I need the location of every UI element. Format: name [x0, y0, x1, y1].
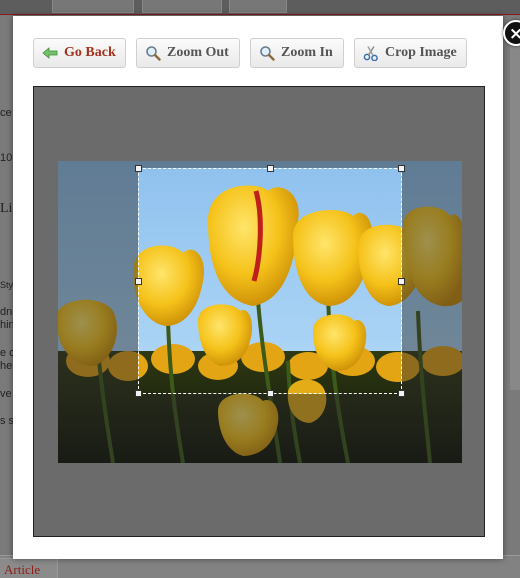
background-text: dn	[0, 306, 13, 318]
background-left-text: ce 10 Li Styl dn hin e c her ve s s	[0, 95, 16, 455]
go-back-label: Go Back	[64, 45, 116, 60]
background-text: 10	[0, 152, 13, 164]
zoom-in-label: Zoom In	[281, 45, 333, 60]
image-canvas	[33, 86, 485, 537]
background-article-tab[interactable]: Article	[0, 558, 58, 578]
magnifier-icon	[146, 46, 161, 61]
magnifier-icon	[260, 46, 275, 61]
arrow-left-icon	[42, 47, 58, 59]
crop-handle-right[interactable]	[398, 278, 405, 285]
crop-image-button[interactable]: Crop Image	[354, 38, 467, 68]
crop-image-label: Crop Image	[385, 45, 457, 60]
background-text: ve	[0, 388, 12, 400]
crop-handle-left[interactable]	[135, 278, 142, 285]
crop-handle-bottom-right[interactable]	[398, 390, 405, 397]
zoom-in-button[interactable]: Zoom In	[250, 38, 344, 68]
scissors-icon	[363, 46, 378, 61]
crop-handle-bottom-left[interactable]	[135, 390, 142, 397]
background-tab	[229, 0, 287, 13]
background-tab	[142, 0, 222, 13]
background-text: s s	[0, 415, 15, 427]
background-tab	[52, 0, 134, 13]
crop-handle-bottom[interactable]	[267, 390, 274, 397]
image-editor-modal: Go Back Zoom Out Zoom In Crop Image ×	[13, 16, 520, 559]
background-text: ce	[0, 107, 12, 119]
close-icon: ×	[508, 24, 520, 44]
zoom-out-button[interactable]: Zoom Out	[136, 38, 240, 68]
background-text: Li	[0, 201, 13, 216]
background-scrollbar	[510, 30, 520, 390]
crop-handle-top-right[interactable]	[398, 165, 405, 172]
zoom-out-label: Zoom Out	[167, 45, 229, 60]
go-back-button[interactable]: Go Back	[33, 38, 126, 68]
crop-handle-top-left[interactable]	[135, 165, 142, 172]
crop-handle-top[interactable]	[267, 165, 274, 172]
crop-selection[interactable]	[135, 165, 405, 397]
